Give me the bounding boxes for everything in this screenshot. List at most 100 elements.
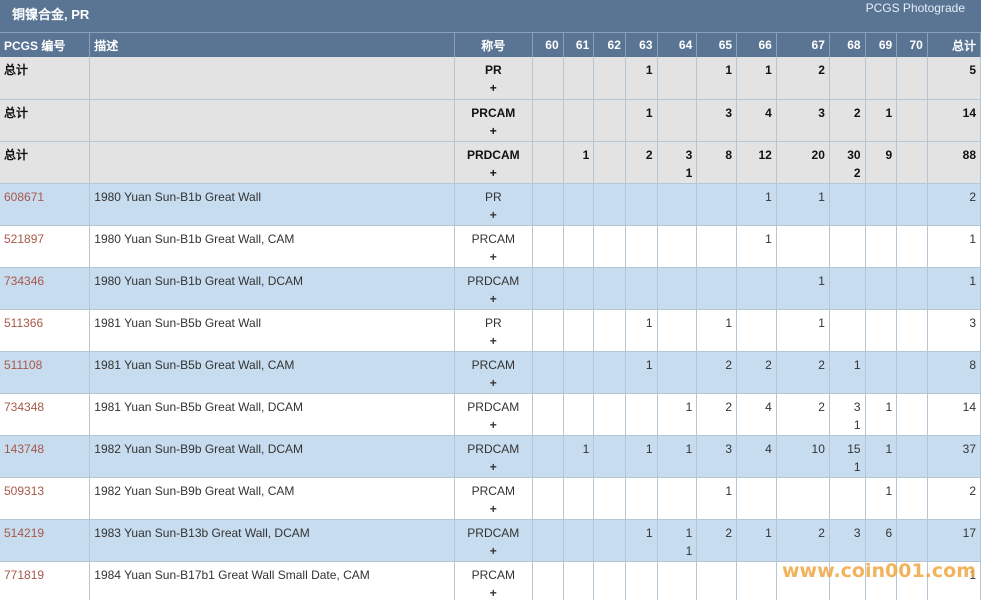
col-grade-67[interactable]: 67 (776, 33, 830, 57)
designation-cell: PRDCAM + (454, 141, 534, 184)
pcgs-number-link[interactable]: 514219 (4, 526, 44, 540)
grade-70-cell (896, 267, 928, 310)
grade-65-cell: 1 (696, 57, 738, 100)
table-row: 608671 1980 Yuan Sun-B1b Great Wall PR +1 1 2 (0, 183, 981, 226)
grade-count: 1 (645, 357, 653, 372)
grade-62-cell (593, 183, 626, 226)
grade-count: 2 (853, 105, 861, 120)
col-grade-64[interactable]: 64 (657, 33, 698, 57)
col-designation[interactable]: 称号 (454, 33, 534, 57)
col-grade-68[interactable]: 68 (829, 33, 866, 57)
plus-grade-marker: + (489, 459, 497, 474)
grade-60-cell (532, 99, 564, 142)
grade-68-cell: 30 2 (829, 141, 866, 184)
table-row: 143748 1982 Yuan Sun-B9b Great Wall, DCAM… (0, 435, 981, 478)
col-grade-61[interactable]: 61 (563, 33, 595, 57)
pcgs-number-link[interactable]: 734346 (4, 274, 44, 288)
row-total-cell: 2 (927, 183, 981, 226)
pcgs-number-cell: 511366 (0, 309, 91, 352)
grade-70-cell (896, 183, 928, 226)
grade-62-cell (593, 141, 626, 184)
table-row: 514219 1983 Yuan Sun-B13b Great Wall, DCA… (0, 519, 981, 562)
grade-62-cell (593, 477, 626, 520)
description-cell (89, 99, 455, 142)
col-grade-65[interactable]: 65 (696, 33, 738, 57)
col-pcgs-no[interactable]: PCGS 编号 (0, 33, 91, 57)
col-grade-66[interactable]: 66 (736, 33, 777, 57)
col-grade-62[interactable]: 62 (593, 33, 626, 57)
designation-label: PRDCAM (467, 273, 520, 288)
grade-65-cell: 2 (696, 519, 738, 562)
grade-count: 2 (818, 63, 825, 77)
pcgs-number-link[interactable]: 734348 (4, 400, 44, 414)
grade-69-cell (865, 225, 898, 268)
grade-count: 3 (818, 105, 825, 120)
grade-64-cell (657, 561, 698, 600)
grade-65-cell (696, 561, 738, 600)
col-description[interactable]: 描述 (89, 33, 455, 57)
grade-68-cell (829, 267, 866, 310)
grade-61-cell (563, 309, 595, 352)
grade-61-cell (563, 561, 595, 600)
grade-64-cell (657, 99, 698, 142)
grade-61-cell (563, 57, 595, 100)
description-cell (89, 141, 455, 184)
table-row: 734348 1981 Yuan Sun-B5b Great Wall, DCAM… (0, 393, 981, 436)
grade-count: 4 (765, 399, 772, 414)
grade-69-cell (865, 183, 898, 226)
photograde-link[interactable]: PCGS Photograde (866, 1, 965, 15)
pcgs-number-link[interactable]: 511108 (4, 358, 42, 372)
grade-count: 15 (847, 441, 861, 456)
grade-count: 1 (725, 63, 733, 77)
grade-66-cell (736, 309, 777, 352)
designation-cell: PRCAM + (454, 561, 534, 600)
pcgs-number-link[interactable]: 511366 (4, 316, 43, 330)
description-cell: 1980 Yuan Sun-B1b Great Wall, CAM (89, 225, 455, 268)
pcgs-number-link[interactable]: 509313 (4, 484, 44, 498)
grade-68-cell (829, 183, 866, 226)
grade-67-cell: 1 (776, 309, 830, 352)
grade-count: 1 (645, 441, 653, 456)
col-grade-69[interactable]: 69 (865, 33, 898, 57)
grade-count: 30 (847, 147, 861, 162)
col-total[interactable]: 总计 (927, 33, 981, 57)
grade-count: 6 (885, 525, 893, 540)
grade-62-cell (593, 351, 626, 394)
pcgs-number-link[interactable]: 521897 (4, 232, 44, 246)
col-grade-60[interactable]: 60 (532, 33, 564, 57)
grade-count: 1 (725, 483, 733, 498)
designation-label: PRDCAM (467, 441, 520, 456)
grade-69-cell (865, 267, 898, 310)
plus-grade-count: 1 (853, 417, 861, 432)
plus-grade-marker: + (489, 165, 497, 180)
grade-70-cell (896, 435, 928, 478)
grade-69-cell (865, 309, 898, 352)
grade-68-cell (829, 57, 866, 100)
col-grade-70[interactable]: 70 (896, 33, 928, 57)
plus-grade-marker: + (489, 417, 497, 432)
pcgs-number-link[interactable]: 608671 (4, 190, 44, 204)
grade-67-cell: 20 (776, 141, 830, 184)
grade-61-cell: 1 (563, 435, 595, 478)
plus-grade-count: 1 (853, 459, 861, 474)
total-label: 总计 (4, 105, 29, 120)
grade-67-cell: 10 (776, 435, 830, 478)
grade-67-cell (776, 225, 830, 268)
pcgs-number-cell: 143748 (0, 435, 91, 478)
grade-69-cell (865, 57, 898, 100)
description-cell: 1981 Yuan Sun-B5b Great Wall, DCAM (89, 393, 455, 436)
row-total-cell: 1 (927, 225, 981, 268)
grade-65-cell: 8 (696, 141, 738, 184)
grade-69-cell: 9 (865, 141, 898, 184)
grade-61-cell (563, 477, 595, 520)
pcgs-number-link[interactable]: 771819 (4, 568, 44, 582)
col-grade-63[interactable]: 63 (625, 33, 658, 57)
total-row: 总计 PRCAM +1 3 4 3 2 1 14 (0, 99, 981, 142)
grade-61-cell (563, 99, 595, 142)
grade-65-cell (696, 225, 738, 268)
pcgs-number-link[interactable]: 143748 (4, 442, 44, 456)
grade-count: 2 (725, 399, 733, 414)
designation-label: PRCAM (471, 567, 515, 582)
grade-63-cell (625, 561, 658, 600)
row-total-cell: 1 (927, 267, 981, 310)
